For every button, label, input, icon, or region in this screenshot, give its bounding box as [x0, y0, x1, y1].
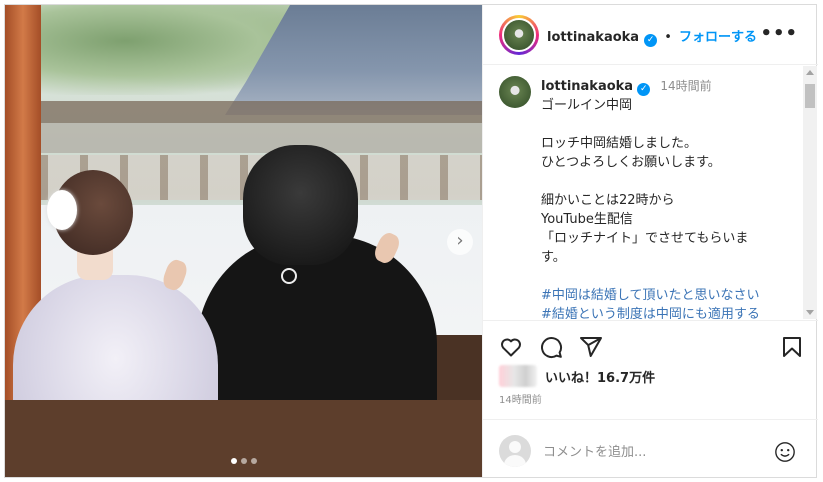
- bookmark-icon[interactable]: [780, 335, 804, 359]
- post-header: lottinakaoka ✓ • フォローする •••: [483, 5, 818, 65]
- more-icon[interactable]: •••: [760, 23, 798, 44]
- caption-scrollbar[interactable]: [803, 66, 817, 319]
- caption-username[interactable]: lottinakaoka: [541, 79, 633, 94]
- verified-icon: ✓: [644, 34, 658, 47]
- carousel-dot: [251, 458, 257, 464]
- post-photo[interactable]: ›: [5, 5, 482, 477]
- caption-line: YouTube生配信: [541, 212, 633, 227]
- caption-line: ゴールイン中岡: [541, 98, 633, 113]
- scroll-down-icon[interactable]: [806, 310, 814, 315]
- instagram-post-embed: › lottinakaoka ✓ • フォローする ••• lottinakao…: [4, 4, 818, 478]
- carousel-dot: [241, 458, 247, 464]
- caption-line: 「ロッチナイト」でさせてもらいま: [541, 231, 749, 246]
- caption-line: ロッチ中岡結婚しました。: [541, 136, 698, 151]
- groom-head: [243, 145, 358, 265]
- likes-row: いいね！16.7万件: [499, 365, 655, 387]
- carousel-dot: [231, 458, 237, 464]
- next-slide-button[interactable]: ›: [447, 229, 473, 255]
- caption-line: [541, 267, 796, 286]
- follow-separator: •: [664, 30, 672, 45]
- hashtag-link[interactable]: #結婚という制度は中岡にも適用する: [541, 305, 796, 319]
- comment-icon[interactable]: [539, 335, 563, 359]
- caption-line: ひとつよろしくお願いします。: [541, 155, 721, 170]
- post-timestamp[interactable]: 14時間前: [499, 391, 542, 406]
- post-sidebar: lottinakaoka ✓ • フォローする ••• lottinakaoka…: [482, 5, 818, 477]
- caption-line: 細かいことは22時から: [541, 193, 675, 208]
- family-crest: [281, 268, 297, 284]
- scroll-up-icon[interactable]: [806, 70, 814, 75]
- caption-line: [541, 115, 796, 134]
- verified-icon: ✓: [637, 83, 651, 96]
- comment-bar: [483, 419, 818, 477]
- caption-header: lottinakaoka ✓ 14時間前: [541, 77, 796, 96]
- temple-roofline: [35, 101, 482, 123]
- hashtag-link[interactable]: #中岡は結婚して頂いたと思いなさい: [541, 286, 796, 305]
- caption-line: [541, 172, 796, 191]
- avatar-image: [502, 18, 536, 52]
- username-link[interactable]: lottinakaoka: [547, 30, 639, 45]
- action-bar: [483, 320, 818, 370]
- hair-flower: [47, 190, 77, 230]
- liker-avatars: [499, 365, 537, 387]
- caption-hashtags: #中岡は結婚して頂いたと思いなさい#結婚という制度は中岡にも適用するのか～: [541, 286, 796, 319]
- follow-button[interactable]: フォローする: [679, 30, 757, 45]
- scroll-thumb[interactable]: [805, 84, 815, 108]
- caption-area: lottinakaoka ✓ 14時間前 ゴールイン中岡 ロッチ中岡結婚しました…: [483, 66, 818, 319]
- share-icon[interactable]: [579, 335, 603, 359]
- user-avatar: [499, 435, 531, 467]
- emoji-icon[interactable]: [774, 441, 796, 463]
- wooden-railing: [5, 400, 482, 477]
- caption-time: 14時間前: [660, 79, 712, 93]
- avatar[interactable]: [499, 15, 539, 55]
- comment-input[interactable]: [543, 442, 753, 462]
- caption-line: す。: [541, 250, 566, 265]
- caption-text: ゴールイン中岡 ロッチ中岡結婚しました。ひとつよろしくお願いします。 細かいこと…: [541, 96, 796, 286]
- carousel-dots: [231, 458, 257, 464]
- heart-icon[interactable]: [499, 335, 523, 359]
- caption-avatar[interactable]: [499, 76, 531, 108]
- like-count[interactable]: いいね！16.7万件: [545, 367, 655, 386]
- temple-eave: [35, 123, 482, 153]
- header-line: lottinakaoka ✓ • フォローする: [547, 26, 757, 47]
- caption-body: lottinakaoka ✓ 14時間前 ゴールイン中岡 ロッチ中岡結婚しました…: [541, 77, 796, 319]
